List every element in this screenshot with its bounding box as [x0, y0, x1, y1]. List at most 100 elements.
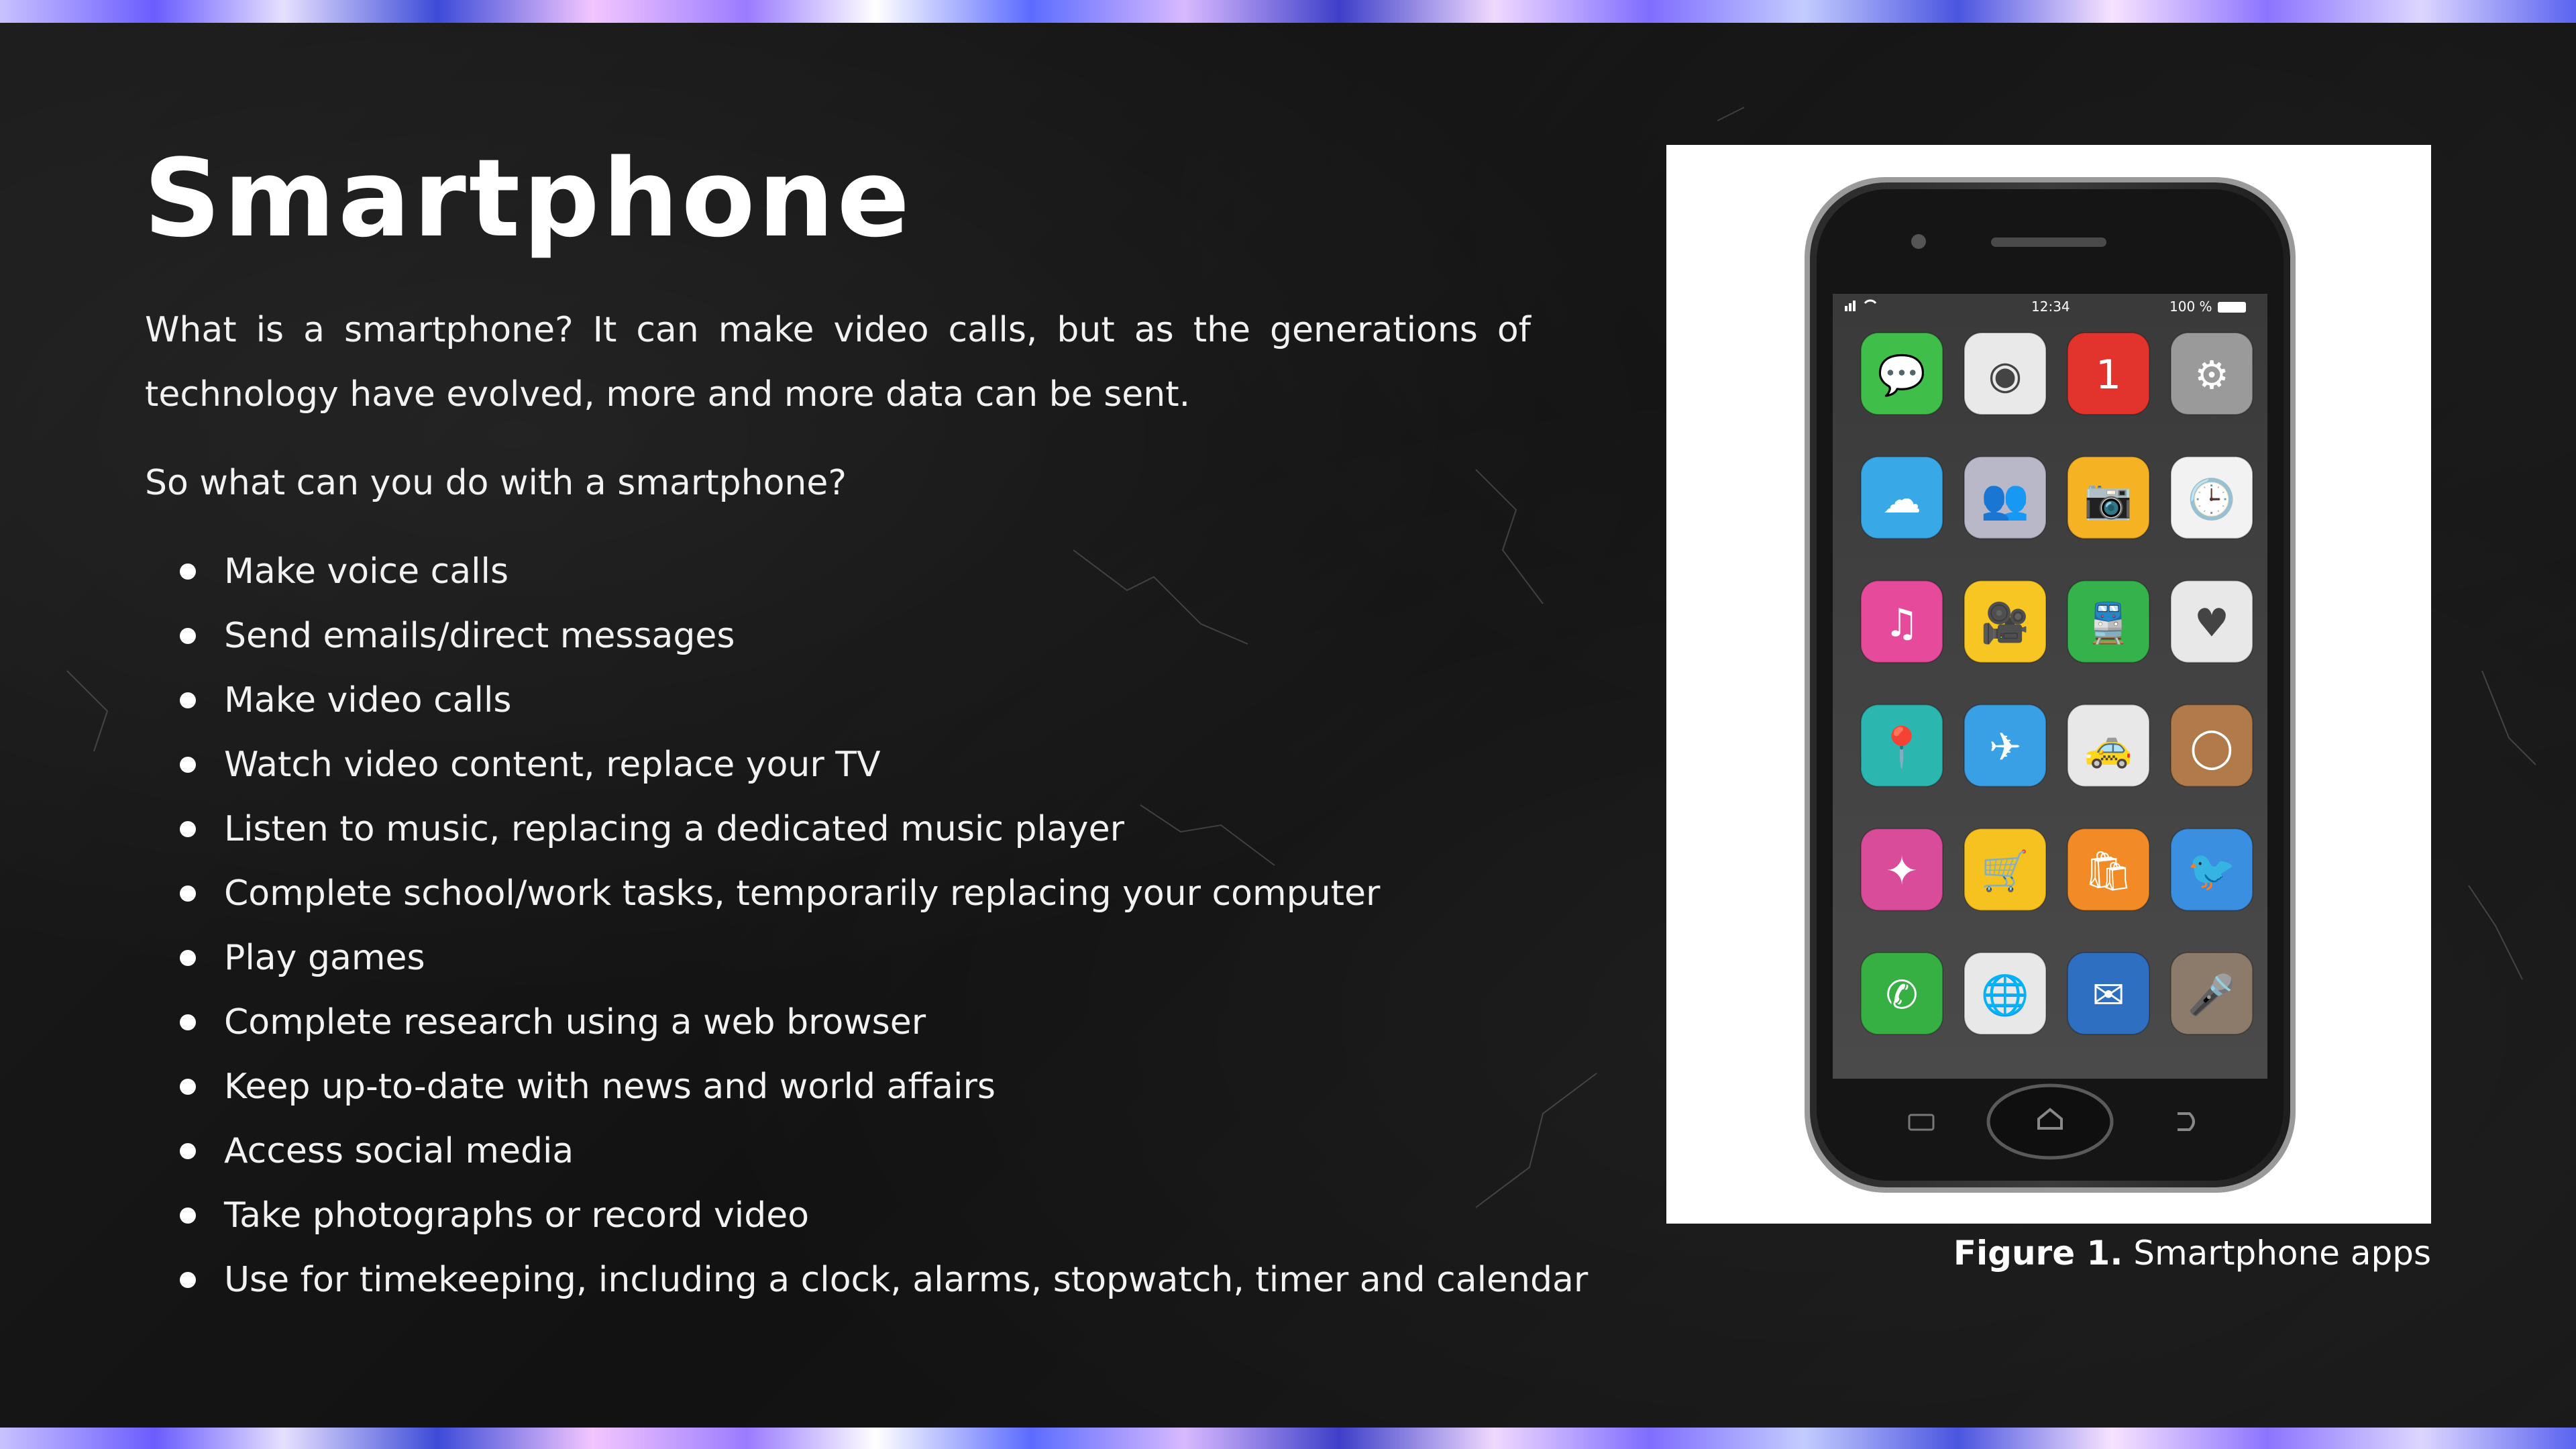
list-item: Watch video content, replace your TV: [145, 733, 1531, 797]
health-heart-icon: ♥: [2170, 580, 2253, 663]
svg-text:🎥: 🎥: [1981, 600, 2029, 646]
bullet-dot: [180, 950, 196, 966]
bullet-dot: [180, 692, 196, 708]
phone-icon: ✆: [1860, 952, 1943, 1035]
list-item-text: Make video calls: [224, 680, 512, 720]
bullet-dot: [180, 821, 196, 837]
bird-icon: 🐦: [2170, 828, 2253, 912]
contacts-icon: 👥: [1964, 455, 2047, 539]
svg-text:✆: ✆: [1886, 972, 1919, 1018]
settings-gear-icon: ⚙: [2170, 332, 2253, 415]
list-item-text: Use for timekeeping, including a clock, …: [224, 1260, 1589, 1300]
svg-text:1: 1: [2096, 352, 2121, 398]
list-item: Listen to music, replacing a dedicated m…: [145, 797, 1531, 861]
list-item: Complete school/work tasks, temporarily …: [145, 861, 1531, 926]
svg-text:♥: ♥: [2194, 600, 2229, 646]
status-battery: 100 %: [2169, 299, 2212, 315]
bullet-dot: [180, 564, 196, 580]
list-item: Make video calls: [145, 668, 1531, 733]
svg-text:🚕: 🚕: [2084, 724, 2133, 769]
list-item: Access social media: [145, 1119, 1531, 1183]
list-item: Make voice calls: [145, 539, 1531, 604]
color-wheel-icon: ◉: [1964, 332, 2047, 415]
list-item-text: Complete school/work tasks, temporarily …: [224, 873, 1381, 914]
home-button: [1986, 1083, 2114, 1160]
globe-icon: 🌐: [1964, 952, 2047, 1035]
list-item-text: Take photographs or record video: [224, 1195, 810, 1236]
intro-paragraph: What is a smartphone? It can make video …: [145, 310, 1531, 415]
mail-icon: ✉: [2067, 952, 2150, 1035]
map-pin-icon: 📍: [1860, 704, 1943, 788]
shopping-cart-icon: 🛒: [1964, 828, 2047, 912]
body-text: What is a smartphone? It can make video …: [145, 298, 1588, 1312]
chat-icon: 💬: [1860, 332, 1943, 415]
airplane-icon: ✈: [1964, 704, 2047, 788]
front-camera-icon: [1911, 234, 1926, 249]
microphone-icon: 🎤: [2170, 952, 2253, 1035]
clock-icon: 🕒: [2170, 455, 2253, 539]
bullet-dot: [180, 628, 196, 644]
speaker-grille: [1991, 237, 2106, 247]
bullet-dot: [180, 757, 196, 773]
figure-caption-text: Smartphone apps: [2123, 1234, 2431, 1273]
svg-text:🚆: 🚆: [2084, 600, 2133, 646]
svg-text:👥: 👥: [1981, 476, 2029, 522]
svg-text:📷: 📷: [2084, 476, 2133, 522]
svg-text:🐦: 🐦: [2188, 848, 2236, 894]
svg-text:🛒: 🛒: [1981, 848, 2029, 894]
bullet-dot: [180, 1272, 196, 1288]
figure-caption: Figure 1. Smartphone apps: [1953, 1229, 2431, 1277]
smartphone-illustration: 12:34 100 % 💬 ◉ 1 ⚙ ☁ 👥 📷 🕒 ♫ 🎥 🚆 ♥ 📍 ✈ 🚕 ◯ ✦ 🛒 🛍 🐦 ✆ 🌐 ✉ 🎤: [1805, 177, 2296, 1193]
svg-text:🛍: 🛍: [2084, 848, 2133, 894]
music-note-icon: ♫: [1860, 580, 1943, 663]
list-item-text: Watch video content, replace your TV: [224, 745, 881, 785]
list-item-text: Access social media: [224, 1131, 574, 1171]
svg-text:◉: ◉: [1988, 352, 2023, 398]
svg-text:✈: ✈: [1989, 724, 2022, 769]
svg-text:✦: ✦: [1886, 848, 1919, 894]
svg-text:⚙: ⚙: [2194, 352, 2229, 398]
svg-text:🌐: 🌐: [1981, 972, 2029, 1018]
svg-text:☁: ☁: [1882, 476, 1921, 522]
camera-icon: 📷: [2067, 455, 2150, 539]
svg-text:🕒: 🕒: [2188, 476, 2236, 522]
bullet-dot: [180, 885, 196, 902]
svg-text:📍: 📍: [1878, 724, 1926, 769]
status-time: 12:34: [2031, 299, 2070, 315]
list-item: Use for timekeeping, including a clock, …: [145, 1248, 1588, 1312]
bullet-dot: [180, 1014, 196, 1030]
bullet-dot: [180, 1208, 196, 1224]
weather-icon: ☁: [1860, 455, 1943, 539]
list-item-text: Listen to music, replacing a dedicated m…: [224, 809, 1124, 849]
disco-ball-icon: ✦: [1860, 828, 1943, 912]
list-item: Complete research using a web browser: [145, 990, 1531, 1055]
page-title: Smartphone: [144, 136, 913, 261]
feature-list: Make voice calls Send emails/direct mess…: [145, 539, 1588, 1312]
video-camera-icon: 🎥: [1964, 580, 2047, 663]
list-item-text: Make voice calls: [224, 551, 509, 592]
svg-text:🎤: 🎤: [2188, 971, 2236, 1018]
watch-icon: ◯: [2170, 704, 2253, 788]
list-item: Keep up-to-date with news and world affa…: [145, 1055, 1531, 1119]
list-item-text: Complete research using a web browser: [224, 1002, 926, 1042]
list-item-text: Play games: [224, 938, 425, 978]
smartphone-figure: 12:34 100 % 💬 ◉ 1 ⚙ ☁ 👥 📷 🕒 ♫ 🎥 🚆 ♥ 📍 ✈ 🚕 ◯ ✦ 🛒 🛍 🐦 ✆ 🌐 ✉ 🎤: [1666, 145, 2431, 1224]
list-item-text: Send emails/direct messages: [224, 616, 735, 656]
bullet-dot: [180, 1143, 196, 1159]
calendar-icon: 1: [2067, 332, 2150, 415]
svg-text:◯: ◯: [2190, 724, 2234, 770]
svg-text:✉: ✉: [2092, 972, 2125, 1018]
svg-text:♫: ♫: [1884, 600, 1919, 646]
bullet-dot: [180, 1079, 196, 1095]
list-item: Take photographs or record video: [145, 1183, 1531, 1248]
question-paragraph: So what can you do with a smartphone?: [145, 463, 847, 503]
shopping-bag-icon: 🛍: [2067, 828, 2150, 912]
list-item: Play games: [145, 926, 1531, 990]
train-icon: 🚆: [2067, 580, 2150, 663]
svg-text:💬: 💬: [1878, 352, 1926, 398]
list-item-text: Keep up-to-date with news and world affa…: [224, 1067, 996, 1107]
slide: Smartphone What is a smartphone? It can …: [0, 0, 2576, 1449]
figure-caption-label: Figure 1.: [1953, 1234, 2123, 1273]
taxi-icon: 🚕: [2067, 704, 2150, 788]
list-item: Send emails/direct messages: [145, 604, 1531, 668]
